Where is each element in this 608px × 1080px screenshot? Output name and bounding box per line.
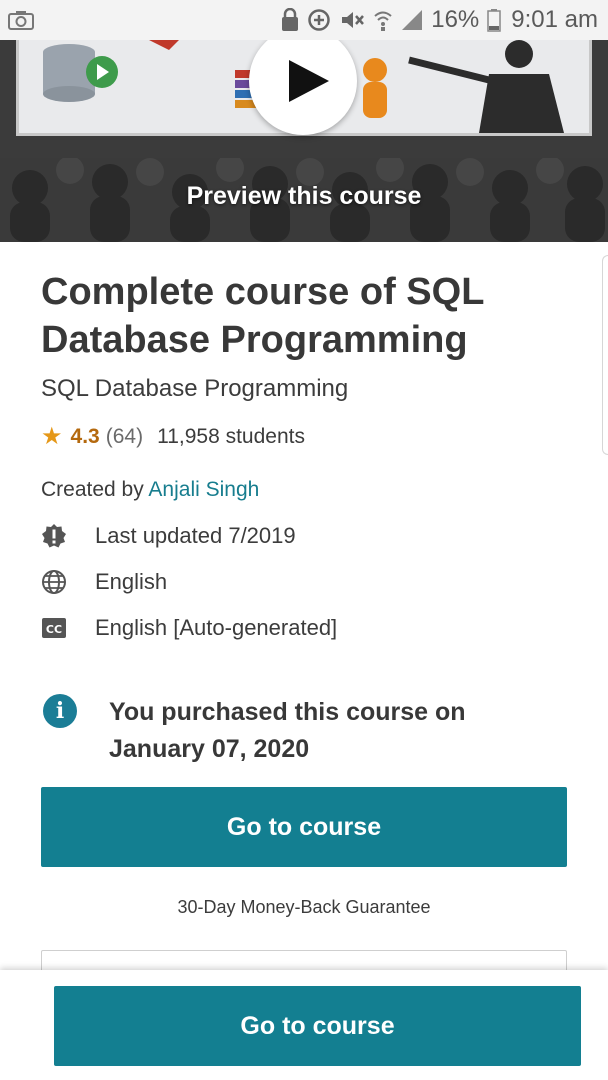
course-title: Complete course of SQL Database Programm… (41, 271, 484, 361)
battery-icon (487, 8, 502, 32)
sticky-bottom-bar: Go to course (0, 970, 608, 1080)
last-updated-row: Last updated 7/2019 (41, 523, 296, 549)
course-detail-screen: 16% 9:01 am Preview this course Complete… (0, 0, 608, 1080)
play-button[interactable] (249, 40, 357, 135)
closed-captions-icon: CC (41, 615, 67, 641)
sticky-go-to-course-button[interactable]: Go to course (54, 986, 581, 1066)
clock: 9:01 am (511, 6, 598, 33)
go-to-course-button[interactable]: Go to course (41, 787, 567, 867)
created-by: Created by Anjali Singh (41, 478, 259, 502)
rating-row: ★ 4.3 (64) 11,958 students (41, 425, 305, 449)
rating-value: 4.3 (70, 425, 100, 448)
purchase-note: i You purchased this course on January 0… (43, 694, 563, 774)
purchase-text: You purchased this course on January 07,… (109, 698, 466, 763)
language: English (95, 569, 168, 594)
course-preview[interactable]: Preview this course (0, 40, 608, 242)
globe-icon (41, 569, 67, 595)
svg-text:CC: CC (46, 623, 62, 636)
signal-icon (401, 9, 423, 31)
money-back-guarantee: 30-Day Money-Back Guarantee (177, 897, 431, 917)
star-icon: ★ (41, 423, 63, 450)
author-link[interactable]: Anjali Singh (148, 478, 259, 501)
screenshot-icon (8, 9, 34, 36)
battery-percent: 16% (431, 6, 480, 33)
mute-icon (339, 8, 365, 32)
play-icon (289, 60, 329, 102)
student-count: 11,958 students (157, 425, 305, 448)
created-by-label: Created by (41, 478, 144, 501)
side-scroll-handle (602, 255, 608, 455)
captions: English [Auto-generated] (95, 615, 338, 640)
captions-row: CC English [Auto-generated] (41, 615, 337, 641)
data-saver-icon (307, 8, 331, 32)
preview-label[interactable]: Preview this course (0, 182, 608, 211)
last-updated: Last updated 7/2019 (95, 523, 296, 548)
language-row: English (41, 569, 167, 595)
lock-icon (281, 8, 299, 32)
status-bar: 16% 9:01 am (0, 0, 608, 40)
wifi-icon (373, 8, 393, 32)
alert-badge-icon (41, 523, 67, 549)
rating-count: (64) (105, 425, 144, 448)
course-subtitle: SQL Database Programming (41, 375, 349, 402)
info-icon: i (43, 694, 77, 728)
